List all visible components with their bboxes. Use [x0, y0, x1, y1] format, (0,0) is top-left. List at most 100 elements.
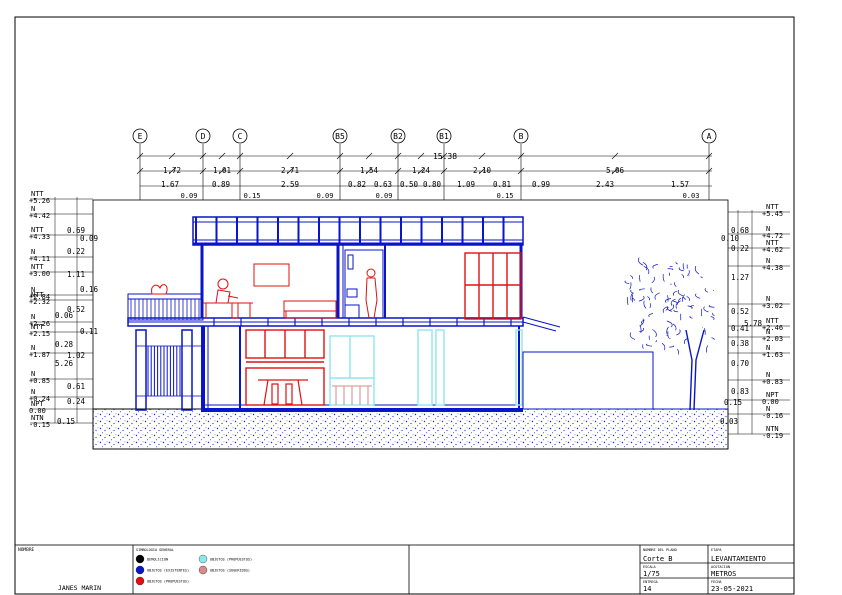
- level-value: -0.19: [762, 432, 783, 440]
- level-value: +1.63: [762, 351, 783, 359]
- bed: [283, 300, 337, 319]
- sheet-value: 14: [643, 585, 651, 593]
- level-marks-right: NTT+5.45N+4.72NTT+4.62N+4.38N+3.02NTT+2.…: [720, 203, 783, 440]
- dim-row2-value: 1.67: [161, 180, 179, 189]
- title-block: [14, 544, 795, 595]
- level-dim: 5.26: [55, 359, 74, 368]
- tree-branch: [666, 334, 668, 337]
- dim-row2-value: 2.43: [596, 180, 614, 189]
- dim-row3-value: 0.09: [181, 192, 198, 200]
- tree-branch: [704, 288, 709, 293]
- dim-row2-value: 0.82: [348, 180, 366, 189]
- dim-row3-value: 0.15: [497, 192, 514, 200]
- grid-axis-label: B: [519, 132, 524, 141]
- grid-axis-label: B2: [393, 132, 403, 141]
- tree-branch: [652, 264, 658, 269]
- level-dim: 0.22: [731, 244, 749, 253]
- level-dim: 0.11: [80, 327, 98, 336]
- level-marks-left: NTT+5.26N+4.42NTT+4.33N+4.11NTT+3.00N+2.…: [29, 190, 99, 429]
- tree-branch: [700, 276, 703, 279]
- legend-swatch: [135, 554, 145, 564]
- level-guides: [30, 197, 790, 435]
- level-dim: 0.52: [731, 307, 749, 316]
- units-value: METROS: [711, 570, 736, 578]
- tree-trunk: [685, 329, 705, 411]
- dim-row3-value: 0.09: [376, 192, 393, 200]
- study-desk: [203, 263, 290, 319]
- tree-branch: [652, 329, 657, 338]
- level-dim: 0.83: [731, 387, 749, 396]
- tree-branch: [651, 276, 655, 284]
- sheet-border: [14, 16, 795, 595]
- tree-branch: [682, 263, 685, 270]
- dim-row2-value: 1.09: [457, 180, 475, 189]
- grid-axis-label: B1: [439, 132, 449, 141]
- tree-branch: [624, 280, 630, 284]
- legend-label: OBJETOS (SUGERIDOS): [210, 569, 250, 573]
- legend: DEMOLICION OBJETOS (EXISTENTES) OBJETOS (P…: [135, 554, 252, 586]
- dim-row1-value: 1.72: [163, 166, 181, 175]
- tree-branch: [690, 304, 694, 308]
- dim-row3-value: 0.15: [244, 192, 261, 200]
- tree-branch: [648, 313, 653, 318]
- dim-row1-value: 2.71: [281, 166, 299, 175]
- units-label: ACOTACION: [711, 565, 730, 569]
- tree-branch: [695, 293, 701, 299]
- level-value: +4.11: [29, 255, 50, 263]
- date-value: 23-05-2021: [711, 585, 753, 593]
- balcony-bars: [130, 299, 200, 320]
- level-value: +5.45: [762, 210, 783, 218]
- plan-name-label: NOMBRE DEL PLANO: [643, 548, 677, 552]
- tree-branch: [681, 274, 684, 279]
- dim-row2-value: 2.59: [281, 180, 299, 189]
- legend-swatch: [198, 554, 208, 564]
- grid-axis-label: A: [707, 132, 712, 141]
- legend-swatch: [135, 576, 145, 586]
- tree-branch: [667, 268, 674, 270]
- tree-branch: [667, 331, 669, 339]
- stage-label: ETAPA: [711, 548, 722, 552]
- tree-branch: [647, 296, 650, 301]
- tree-branch: [646, 343, 653, 347]
- tree-branch: [710, 316, 715, 321]
- grid-axis-label: E: [138, 132, 143, 141]
- tree-branch: [629, 332, 636, 340]
- tree-branch: [676, 348, 680, 355]
- level-value: 0.00: [762, 398, 779, 406]
- grid-axis-label: C: [238, 132, 243, 141]
- tree-branch: [708, 305, 715, 308]
- tree-branch: [674, 282, 677, 287]
- dim-row2-value: 0.63: [374, 180, 392, 189]
- tree-branch: [704, 327, 706, 335]
- tree-branch: [678, 267, 684, 272]
- level-dim: 0.41: [731, 324, 749, 333]
- tree-branch: [638, 295, 645, 302]
- tree-branch: [669, 337, 671, 340]
- balcony-plant: [151, 284, 168, 295]
- dim-row2-value: 0.81: [493, 180, 511, 189]
- tree-branch: [676, 329, 681, 336]
- yard-wall: [522, 316, 728, 410]
- bar-stools: [332, 385, 372, 405]
- tree-branch: [639, 288, 645, 291]
- fence-bars: [147, 346, 181, 396]
- tree-branch: [711, 337, 715, 341]
- tree-branch: [694, 265, 700, 275]
- legend-swatch: [198, 565, 208, 575]
- level-value: -0.16: [762, 412, 783, 420]
- level-dim: 0.10: [721, 234, 740, 243]
- dim-row2-value: 0.80: [423, 180, 442, 189]
- level-value: +0.85: [29, 377, 50, 385]
- level-value: +0.83: [762, 378, 783, 386]
- sheet-label: ENTREGA: [643, 580, 659, 584]
- tree-branch: [662, 274, 665, 282]
- level-dim: 0.03: [720, 417, 738, 426]
- legend-label: OBJETOS (PROPUESTOS): [147, 580, 189, 584]
- dim-row3-value: 0.03: [683, 192, 700, 200]
- section-drawing-sheet: E D C B5 B2 B1 B A 15.38 1.72 1.01 2.71 1.54 1.24 2.…: [14, 16, 795, 595]
- ground-soil: [92, 408, 729, 450]
- dining-table: [258, 379, 308, 406]
- level-value: +4.62: [762, 246, 783, 254]
- level-value: +3.00: [29, 270, 50, 278]
- tree-branch: [638, 257, 644, 266]
